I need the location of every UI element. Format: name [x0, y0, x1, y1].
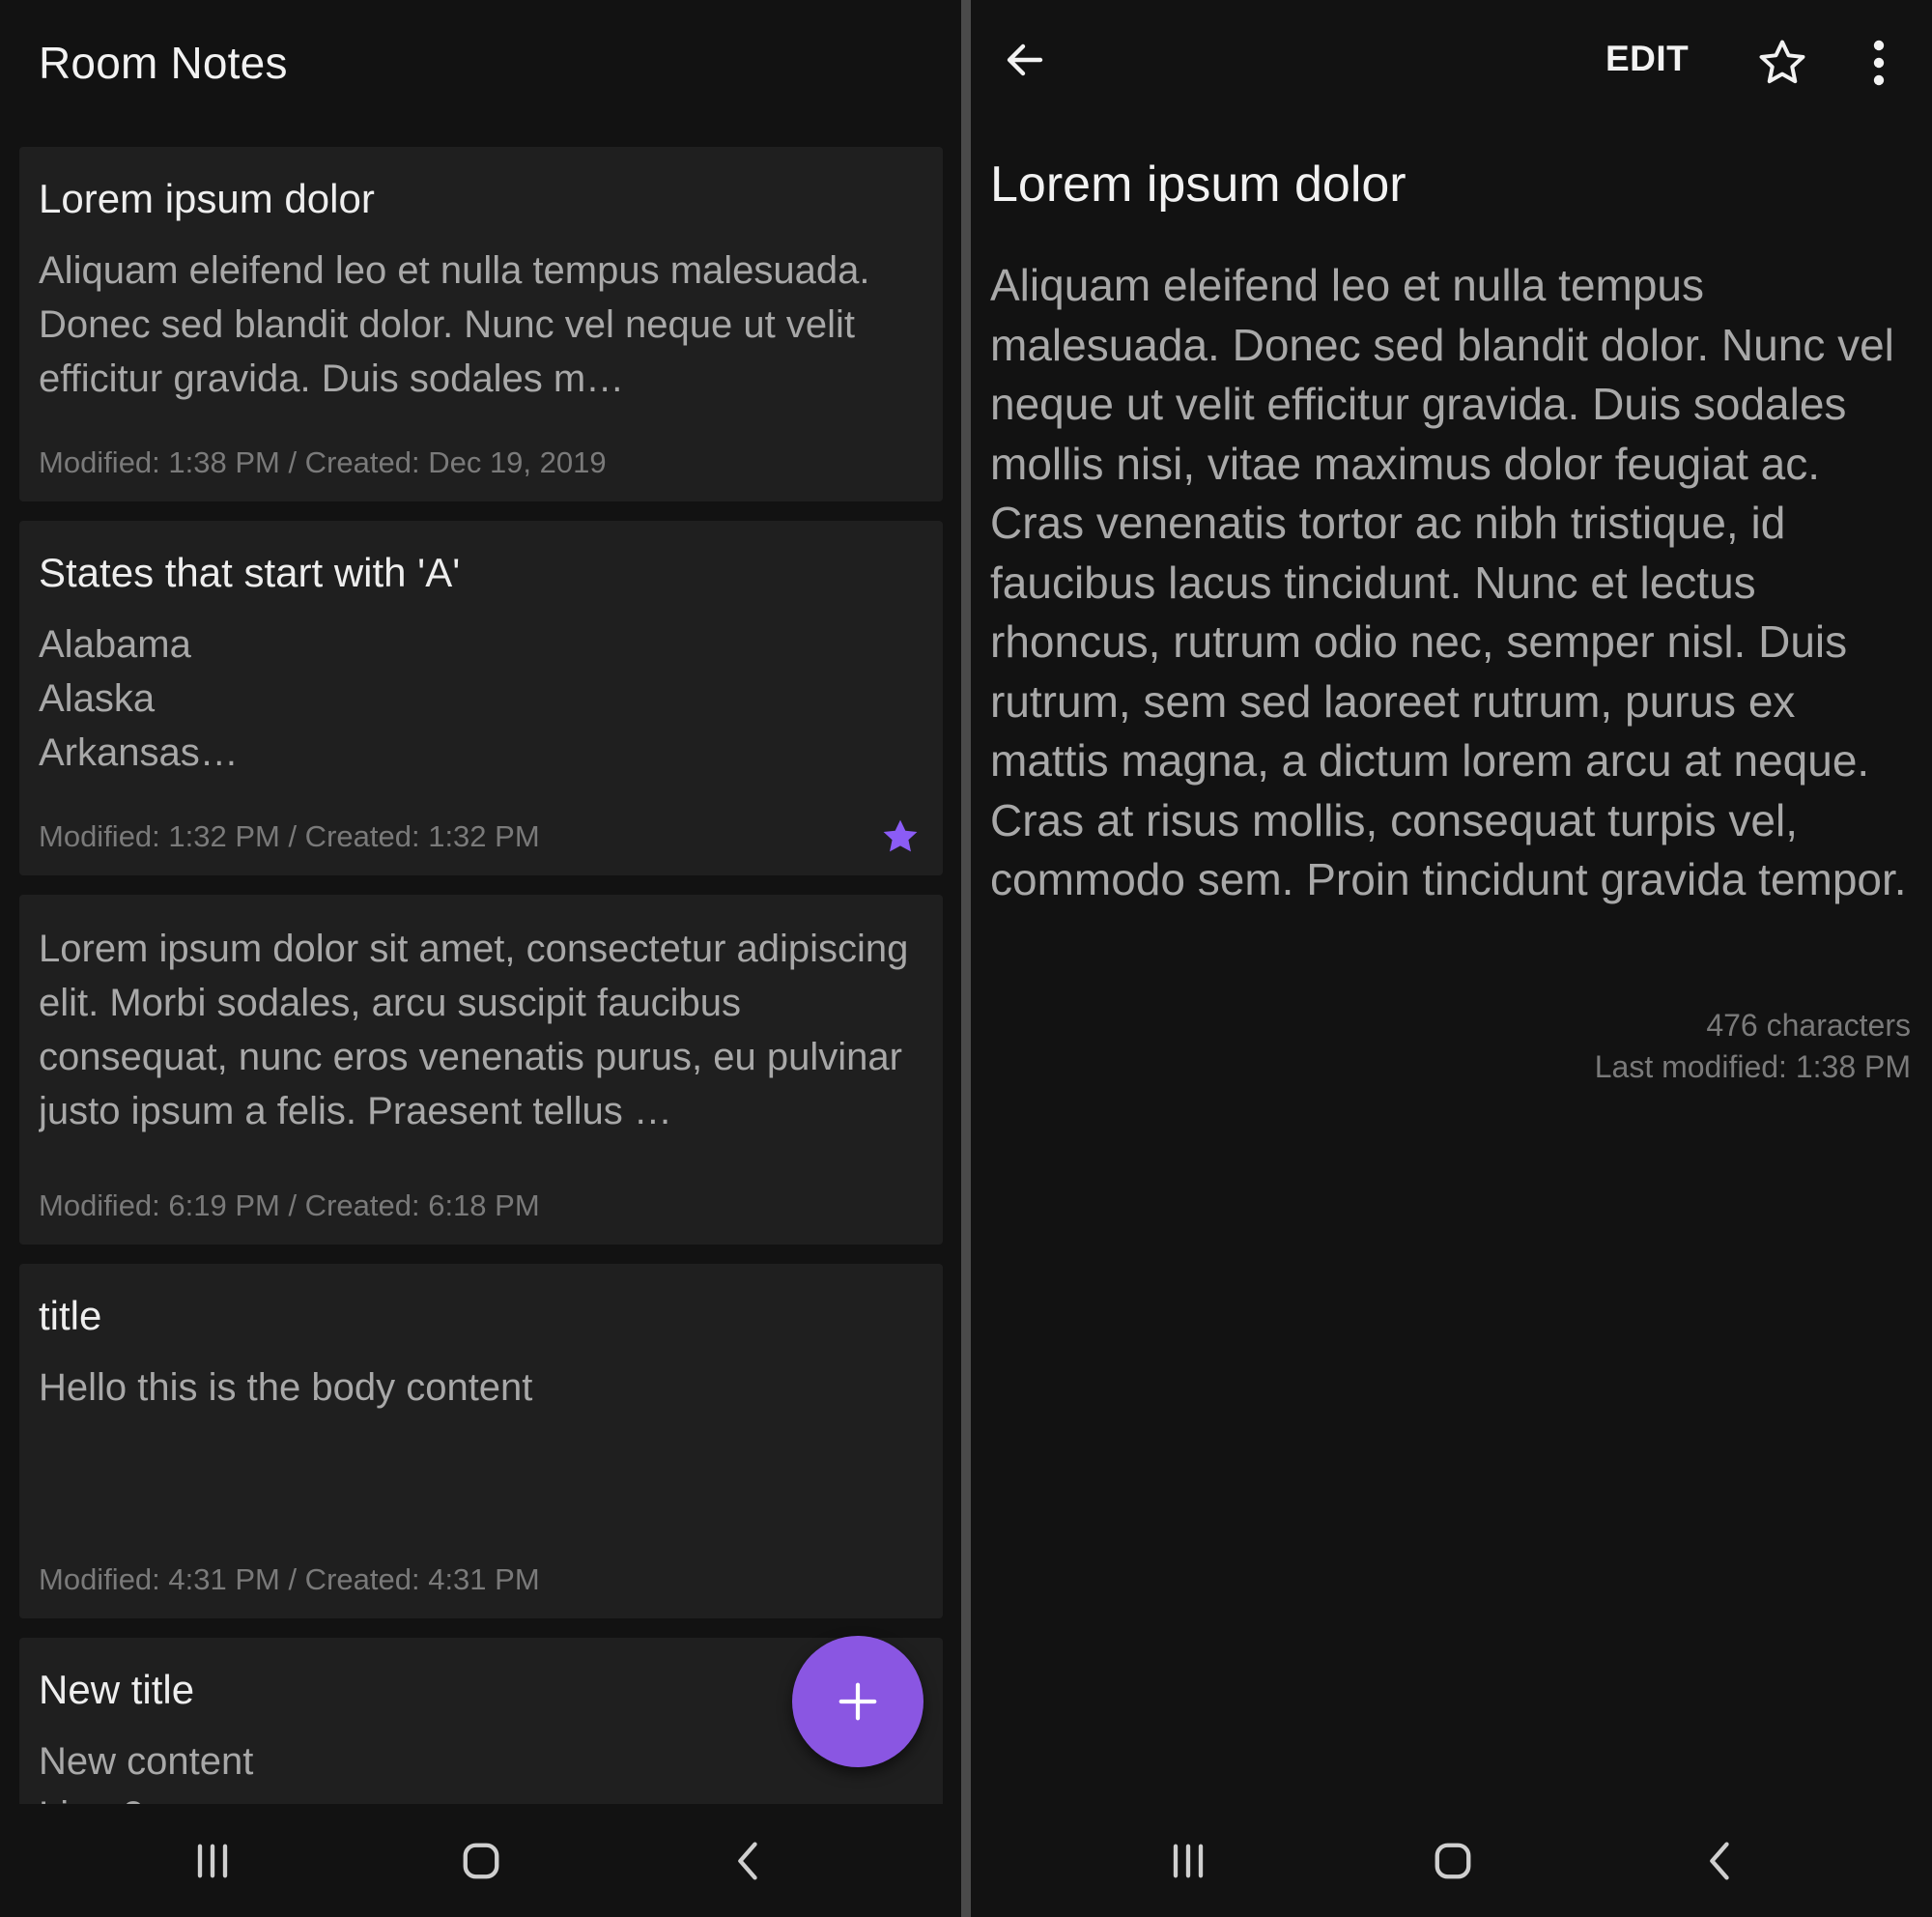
notes-list[interactable]: Lorem ipsum dolor Aliquam eleifend leo e… [19, 147, 943, 1804]
recents-button[interactable] [1130, 1804, 1246, 1917]
system-nav-bar [971, 1804, 1932, 1917]
note-card[interactable]: Lorem ipsum dolor Aliquam eleifend leo e… [19, 147, 943, 501]
note-card[interactable]: title Hello this is the body content Mod… [19, 1264, 943, 1618]
recents-icon [1173, 1844, 1204, 1877]
note-preview: New content Line 2 [39, 1740, 254, 1804]
app-title: Room Notes [39, 38, 288, 88]
pane-divider[interactable] [961, 0, 971, 1917]
plus-icon [838, 1682, 877, 1721]
favorite-button[interactable] [1752, 33, 1812, 93]
notes-list-pane: Room Notes Lorem ipsum dolor Aliquam ele… [0, 0, 961, 1917]
recents-button[interactable] [155, 1804, 270, 1917]
note-preview: Hello this is the body content [39, 1366, 533, 1409]
home-icon [1435, 1843, 1471, 1878]
note-timestamps: Modified: 1:32 PM / Created: 1:32 PM [39, 819, 540, 853]
note-title: New title [39, 1667, 195, 1712]
home-button[interactable] [423, 1804, 539, 1917]
note-preview: Alabama Alaska Arkansas… [39, 623, 239, 774]
note-detail-meta: 476 characters Last modified: 1:38 PM [1595, 1005, 1911, 1088]
note-title: States that start with 'A' [39, 550, 461, 595]
more-options-button[interactable] [1855, 33, 1903, 93]
note-preview: Lorem ipsum dolor sit amet, consectetur … [39, 928, 909, 1132]
more-vertical-icon [1873, 40, 1885, 86]
screen: Room Notes Lorem ipsum dolor Aliquam ele… [0, 0, 1932, 1917]
note-timestamps: Modified: 6:19 PM / Created: 6:18 PM [39, 1188, 540, 1222]
note-detail-pane: EDIT Lorem ipsum dolor Aliquam eleifend … [971, 0, 1932, 1917]
star-outline-icon [1759, 40, 1805, 84]
back-nav-button[interactable] [1662, 1804, 1778, 1917]
note-timestamps: Modified: 4:31 PM / Created: 4:31 PM [39, 1562, 540, 1596]
add-note-button[interactable] [792, 1636, 923, 1767]
note-timestamps: Modified: 1:38 PM / Created: Dec 19, 201… [39, 445, 607, 479]
recents-icon [197, 1844, 228, 1877]
note-preview: Aliquam eleifend leo et nulla tempus mal… [39, 249, 870, 400]
star-filled-icon [879, 815, 922, 858]
back-nav-button[interactable] [691, 1804, 807, 1917]
note-detail-title: Lorem ipsum dolor [990, 157, 1406, 213]
detail-toolbar: EDIT [971, 0, 1932, 126]
note-card[interactable]: Lorem ipsum dolor sit amet, consectetur … [19, 895, 943, 1245]
edit-button[interactable]: EDIT [1605, 39, 1689, 79]
note-detail-body: Aliquam eleifend leo et nulla tempus mal… [990, 260, 1907, 904]
home-button[interactable] [1395, 1804, 1511, 1917]
back-icon [738, 1842, 757, 1879]
note-title: Lorem ipsum dolor [39, 176, 375, 221]
arrow-back-icon [1007, 43, 1043, 76]
note-title: title [39, 1293, 102, 1338]
back-icon [1710, 1842, 1729, 1879]
system-nav-bar [0, 1804, 961, 1917]
home-icon [463, 1843, 499, 1878]
last-modified: Last modified: 1:38 PM [1594, 1049, 1911, 1084]
character-count: 476 characters [1706, 1008, 1911, 1043]
note-card[interactable]: States that start with 'A' Alabama Alask… [19, 521, 943, 875]
back-button[interactable] [990, 25, 1060, 95]
